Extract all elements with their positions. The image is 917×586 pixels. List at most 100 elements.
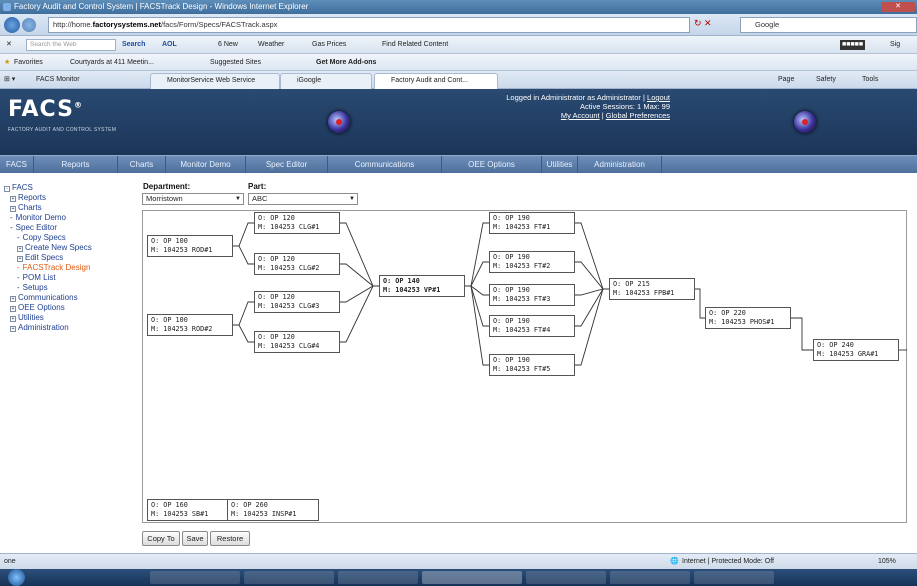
start-button[interactable] xyxy=(8,569,25,586)
url-field[interactable]: http://home.factorysystems.net/facs/Form… xyxy=(48,17,690,33)
menu-facs[interactable]: FACS xyxy=(0,156,34,174)
news-button[interactable]: 6 New xyxy=(218,36,238,54)
taskbar-item[interactable] xyxy=(694,571,774,584)
operation-node[interactable]: O: OP 100 M: 104253 ROD#2 xyxy=(147,314,233,336)
operation-node[interactable]: O: OP 190 M: 104253 FT#1 xyxy=(489,212,575,234)
dash-icon[interactable]: - xyxy=(17,263,20,272)
operation-node[interactable]: O: OP 220 M: 104253 PHOS#1 xyxy=(705,307,791,329)
dash-icon[interactable]: - xyxy=(10,223,13,232)
expand-icon[interactable]: + xyxy=(10,326,16,332)
toolbar-search-button[interactable]: Search xyxy=(122,36,145,54)
taskbar-item-active[interactable] xyxy=(422,571,522,584)
operation-node[interactable]: O: OP 120 M: 104253 CLG#1 xyxy=(254,212,340,234)
tab-igoogle[interactable]: iGoogle xyxy=(280,73,372,89)
sidebar-item[interactable]: + Utilities xyxy=(4,313,136,323)
expand-icon[interactable]: + xyxy=(10,196,16,202)
restore-button[interactable]: Restore xyxy=(210,531,250,546)
facstrack-design-canvas[interactable]: O: OP 100 M: 104253 ROD#1 O: OP 100 M: 1042… xyxy=(142,210,907,523)
dash-icon[interactable]: - xyxy=(17,283,20,292)
operation-node[interactable]: O: OP 260 M: 104253 INSP#1 xyxy=(227,499,319,521)
expand-icon[interactable]: + xyxy=(10,306,16,312)
favorites-button[interactable]: Favorites xyxy=(14,54,43,71)
tools-menu[interactable]: Tools xyxy=(862,71,878,89)
save-button[interactable]: Save xyxy=(182,531,208,546)
aol-button[interactable]: AOL xyxy=(162,36,177,54)
sidebar-item[interactable]: - Copy Specs xyxy=(4,233,136,243)
menu-reports[interactable]: Reports xyxy=(34,156,118,174)
tab-grid-icon[interactable]: ⊞ ▾ xyxy=(4,71,15,89)
taskbar-item[interactable] xyxy=(150,571,240,584)
operation-node[interactable]: O: OP 215 M: 104253 FPB#1 xyxy=(609,278,695,300)
sidebar-item[interactable]: + Create New Specs xyxy=(4,243,136,253)
sidebar-item[interactable]: - Spec Editor xyxy=(4,223,136,233)
operation-node[interactable]: O: OP 100 M: 104253 ROD#1 xyxy=(147,235,233,257)
operation-node[interactable]: O: OP 160 M: 104253 SB#1 xyxy=(147,499,233,521)
copy-to-button[interactable]: Copy To xyxy=(142,531,180,546)
forward-button[interactable] xyxy=(22,18,36,32)
toolbar-search-input[interactable]: Search the Web xyxy=(26,39,116,51)
sidebar-item[interactable]: + Administration xyxy=(4,323,136,333)
dash-icon[interactable]: - xyxy=(17,273,20,282)
search-engine-field[interactable]: Google xyxy=(740,17,917,33)
menu-spec-editor[interactable]: Spec Editor xyxy=(246,156,328,174)
tab-group-facs-monitor[interactable]: FACS Monitor xyxy=(36,71,80,89)
logout-link[interactable]: Logout xyxy=(647,93,670,102)
sidebar-item[interactable]: - Setups xyxy=(4,283,136,293)
menu-oee-options[interactable]: OEE Options xyxy=(442,156,542,174)
taskbar-item[interactable] xyxy=(244,571,334,584)
expand-icon[interactable]: + xyxy=(17,256,23,262)
operation-node[interactable]: O: OP 120 M: 104253 CLG#2 xyxy=(254,253,340,275)
sign-in-button[interactable]: Sig xyxy=(890,36,900,54)
part-select[interactable]: ABC ▼ xyxy=(248,193,358,205)
taskbar-item[interactable] xyxy=(610,571,690,584)
expand-icon[interactable]: + xyxy=(10,296,16,302)
sidebar-item[interactable]: - FACSTrack Design xyxy=(4,263,136,273)
zoom-level[interactable]: 105% xyxy=(878,554,896,569)
sidebar-item[interactable]: - FACS xyxy=(4,183,136,193)
operation-node[interactable]: O: OP 120 M: 104253 CLG#4 xyxy=(254,331,340,353)
sidebar-item[interactable]: + Communications xyxy=(4,293,136,303)
tab-monitorservice[interactable]: MonitorService Web Service xyxy=(150,73,280,89)
menu-monitor-demo[interactable]: Monitor Demo xyxy=(166,156,246,174)
favorite-add-ons[interactable]: Get More Add-ons xyxy=(316,54,376,71)
menu-charts[interactable]: Charts xyxy=(118,156,166,174)
operation-node[interactable]: O: OP 190 M: 104253 FT#4 xyxy=(489,315,575,337)
sidebar-item[interactable]: + Reports xyxy=(4,193,136,203)
operation-node[interactable]: O: OP 190 M: 104253 FT#2 xyxy=(489,251,575,273)
menu-communications[interactable]: Communications xyxy=(328,156,442,174)
sidebar-item[interactable]: + OEE Options xyxy=(4,303,136,313)
operation-node[interactable]: O: OP 140 M: 104253 VP#1 xyxy=(379,275,465,297)
expand-icon[interactable]: + xyxy=(10,206,16,212)
safety-menu[interactable]: Safety xyxy=(816,71,836,89)
dash-icon[interactable]: - xyxy=(10,213,13,222)
sidebar-item[interactable]: - POM List xyxy=(4,273,136,283)
sidebar-item[interactable]: + Charts xyxy=(4,203,136,213)
taskbar-item[interactable] xyxy=(526,571,606,584)
expand-icon[interactable]: + xyxy=(17,246,23,252)
sidebar-item[interactable]: - Monitor Demo xyxy=(4,213,136,223)
favorite-suggested-sites[interactable]: Suggested Sites xyxy=(210,54,261,71)
operation-node[interactable]: O: OP 240 M: 104253 GRA#1 xyxy=(813,339,899,361)
refresh-stop-icons[interactable]: ↻ ✕ xyxy=(694,18,712,29)
tab-factory-audit[interactable]: Factory Audit and Cont... xyxy=(374,73,498,89)
operation-node[interactable]: O: OP 120 M: 104253 CLG#3 xyxy=(254,291,340,313)
menu-administration[interactable]: Administration xyxy=(578,156,662,174)
operation-node[interactable]: O: OP 190 M: 104253 FT#3 xyxy=(489,284,575,306)
my-account-link[interactable]: My Account xyxy=(561,111,600,120)
global-preferences-link[interactable]: Global Preferences xyxy=(606,111,670,120)
close-window-button[interactable]: ✕ xyxy=(881,2,915,12)
taskbar-item[interactable] xyxy=(338,571,418,584)
gas-prices-button[interactable]: Gas Prices xyxy=(312,36,346,54)
back-button[interactable] xyxy=(4,17,20,33)
page-menu[interactable]: Page xyxy=(778,71,794,89)
sidebar-item[interactable]: + Edit Specs xyxy=(4,253,136,263)
close-toolbar-icon[interactable]: ✕ xyxy=(6,36,12,54)
find-related-button[interactable]: Find Related Content xyxy=(382,36,448,54)
collapse-icon[interactable]: - xyxy=(4,186,10,192)
expand-icon[interactable]: + xyxy=(10,316,16,322)
dash-icon[interactable]: - xyxy=(17,233,20,242)
menu-utilities[interactable]: Utilities xyxy=(542,156,578,174)
operation-node[interactable]: O: OP 190 M: 104253 FT#5 xyxy=(489,354,575,376)
weather-button[interactable]: Weather xyxy=(258,36,284,54)
department-select[interactable]: Morristown ▼ xyxy=(142,193,244,205)
